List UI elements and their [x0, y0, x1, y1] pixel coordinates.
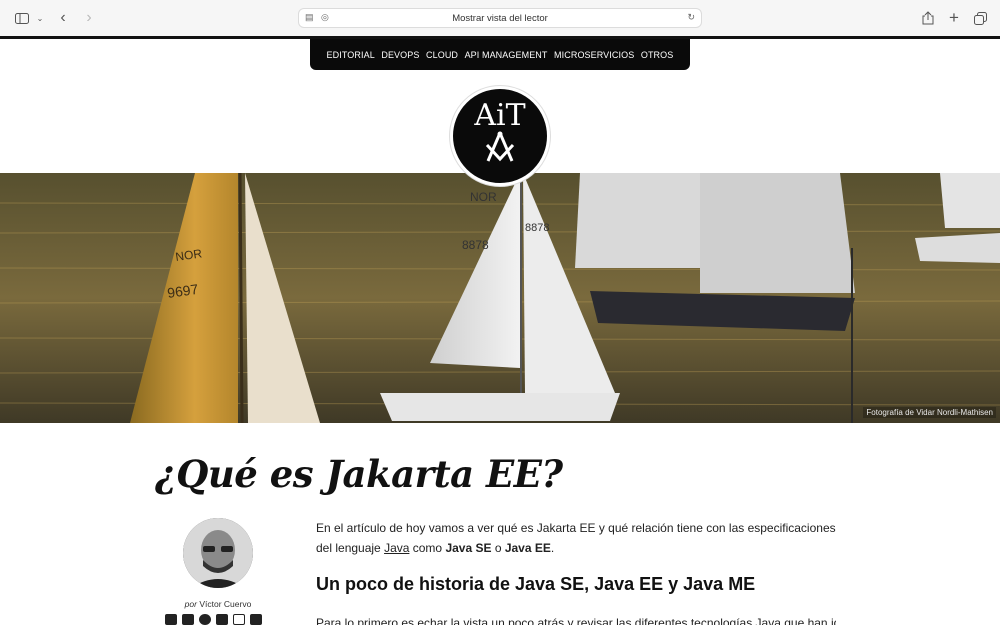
browser-toolbar: ⌄ ‹ › ▤ ◎ Mostrar vista del lector ↻ + — [0, 0, 1000, 36]
author-photo — [183, 518, 253, 588]
reader-icon[interactable]: ▤ — [305, 12, 314, 23]
social-links — [165, 614, 262, 625]
nav-item-cloud[interactable]: CLOUD — [426, 50, 458, 60]
facebook-icon[interactable] — [250, 614, 262, 625]
address-text: Mostrar vista del lector — [452, 12, 548, 24]
address-bar[interactable]: ▤ ◎ Mostrar vista del lector ↻ — [298, 8, 702, 28]
article-body: En el artículo de hoy vamos a ver qué es… — [316, 518, 836, 558]
page: ⌄ ‹ › ▤ ◎ Mostrar vista del lector ↻ + E… — [0, 0, 1000, 625]
sailboats-photo: NOR 9697 NOR 8878 8878 — [0, 173, 1000, 423]
section-heading: Un poco de historia de Java SE, Java EE … — [316, 574, 756, 594]
logo-text: AiT — [474, 98, 526, 133]
sail-number-5: 8878 — [525, 222, 549, 234]
photo-caption: Fotografía de Vidar Nordli-Mathisen — [863, 407, 996, 418]
nav-item-otros[interactable]: OTROS — [641, 50, 674, 60]
chevron-down-icon[interactable]: ⌄ — [35, 8, 45, 28]
back-icon[interactable]: ‹ — [56, 8, 70, 28]
sidebar-toggle-icon[interactable] — [14, 8, 30, 28]
sail-number-3: NOR — [470, 190, 497, 204]
twitter-icon[interactable] — [165, 614, 177, 625]
github-icon[interactable] — [199, 614, 211, 625]
byline: por Víctor Cuervo — [150, 599, 286, 609]
tabs-overview-icon[interactable] — [972, 8, 988, 28]
reload-icon[interactable]: ↻ — [687, 12, 695, 23]
compass-square-icon — [485, 131, 515, 162]
nav-item-api-management[interactable]: API MANAGEMENT — [465, 50, 548, 60]
linkedin-icon[interactable] — [182, 614, 194, 625]
history-paragraph: Para lo primero es echar la vista un poc… — [316, 616, 836, 625]
author-name[interactable]: Víctor Cuervo — [199, 599, 251, 609]
privacy-icon: ◎ — [321, 12, 329, 22]
site-nav: EDITORIAL DEVOPS CLOUD API MANAGEMENT MI… — [310, 39, 690, 70]
site-logo[interactable]: AiT — [450, 86, 550, 186]
youtube-icon[interactable] — [216, 614, 228, 625]
article-title: ¿Qué es Jakarta EE? — [155, 452, 563, 496]
intro-paragraph: En el artículo de hoy vamos a ver qué es… — [316, 521, 836, 555]
hero-image: NOR 9697 NOR 8878 8878 Fotografía de Vid… — [0, 173, 1000, 423]
avatar[interactable] — [183, 518, 253, 588]
java-link[interactable]: Java — [384, 541, 409, 555]
forward-icon[interactable]: › — [82, 8, 96, 28]
nav-item-microservicios[interactable]: MICROSERVICIOS — [554, 50, 634, 60]
share-icon[interactable] — [921, 8, 935, 28]
new-tab-icon[interactable]: + — [947, 8, 961, 28]
nav-item-editorial[interactable]: EDITORIAL — [327, 50, 375, 60]
byline-prefix: por — [184, 599, 197, 609]
sail-number-4: 8878 — [462, 238, 489, 252]
nav-item-devops[interactable]: DEVOPS — [381, 50, 419, 60]
instagram-icon[interactable] — [233, 614, 245, 625]
